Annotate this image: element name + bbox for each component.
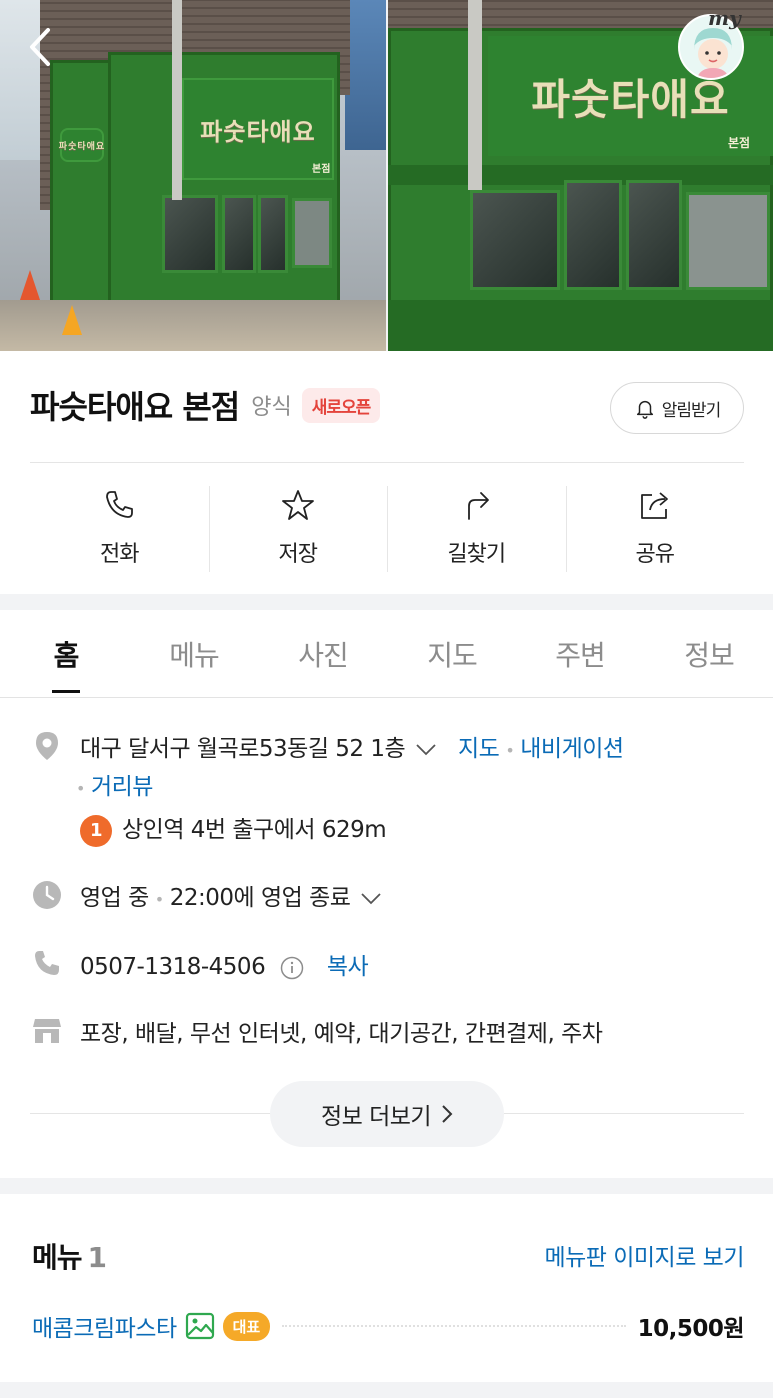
chevron-down-icon[interactable] [360,892,382,906]
menu-count: 1 [87,1241,108,1274]
phone-icon [32,948,62,978]
clock-icon [32,880,62,910]
action-bar: 전화 저장 길찾기 공유 [30,478,744,578]
info-icon[interactable] [280,956,304,980]
directions-label: 길찾기 [447,542,506,567]
more-info-button[interactable]: 정보 더보기 [270,1081,504,1147]
storefront-sign-left: 파숫타애요 [200,117,316,146]
store-icon [32,1016,62,1046]
representative-badge: 대표 [222,1311,271,1341]
subway-line-badge: 1 [80,814,112,847]
notify-label: 알림받기 [661,400,722,421]
place-name: 파슷타애요 본점 [30,388,240,426]
active-tab-indicator [52,690,80,693]
dotted-leader [282,1325,626,1327]
place-category: 양식 [251,395,292,420]
share-icon [640,492,668,519]
menu-card [0,1194,773,1382]
notify-button[interactable]: 알림받기 [610,382,744,434]
tab-map[interactable]: 지도 [410,610,494,698]
menu-item-name[interactable]: 매콤크림파스타 [32,1309,177,1343]
back-button[interactable] [22,24,62,70]
new-open-badge: 새로오픈 [301,387,381,423]
location-pin-icon [32,731,62,761]
subway-text: 상인역 4번 출구에서 629m [122,817,387,843]
share-label: 공유 [635,542,675,567]
call-label: 전화 [100,542,139,567]
chevron-right-icon [442,1105,453,1123]
map-link[interactable]: 지도 [458,736,500,762]
address-row: 대구 달서구 월곡로53동길 52 1층 지도 • 내비게이션 [80,736,624,762]
place-title: 파슷타애요 본점 양식 새로오픈 [30,382,381,428]
storefront-sign-sub-left: 본점 [312,164,331,175]
street-view-link[interactable]: 거리뷰 [91,774,153,800]
street-view-row: • 거리뷰 [76,774,153,800]
tab-info[interactable]: 정보 [667,610,751,698]
phone-icon [106,491,134,518]
hours-status: 영업 중 [80,885,149,911]
address-text: 대구 달서구 월곡로53동길 52 1층 [80,736,406,762]
hero-photos[interactable]: 파숫타애요 본점 파숫타애요 파숫타애요 본점 my [0,0,773,351]
storefront-sign-sub-right: 본점 [728,136,751,150]
save-button[interactable]: 저장 [208,478,388,578]
phone-row: 0507-1318-4506 복사 [80,947,369,981]
storefront-side-sign: 파숫타애요 [58,141,106,152]
directions-icon [468,492,490,520]
menu-title-text: 메뉴 [32,1241,83,1274]
more-info-label: 정보 더보기 [320,1104,432,1130]
hours-row[interactable]: 영업 중 • 22:00에 영업 종료 [80,878,382,912]
menu-image-link[interactable]: 메뉴판 이미지로 보기 [544,1238,744,1272]
copy-phone-link[interactable]: 복사 [327,954,369,980]
image-icon [185,1312,214,1340]
menu-section-title: 메뉴 1 [32,1236,108,1276]
menu-item-price: 10,500원 [637,1316,745,1342]
bell-icon [636,400,653,419]
tab-menu[interactable]: 메뉴 [152,610,236,698]
tab-home[interactable]: 홈 [30,610,102,698]
call-button[interactable]: 전화 [30,478,209,578]
star-icon [281,490,314,520]
save-label: 저장 [278,542,318,567]
tab-photos[interactable]: 사진 [281,610,365,698]
chevron-left-icon [30,28,50,66]
hours-text: 22:00에 영업 종료 [169,885,351,911]
menu-item[interactable]: 매콤크림파스타 대표 10,500원 [32,1306,745,1346]
navigation-link[interactable]: 내비게이션 [520,736,624,762]
directions-button[interactable]: 길찾기 [387,478,566,578]
tab-nearby[interactable]: 주변 [538,610,622,698]
phone-number[interactable]: 0507-1318-4506 [80,954,266,980]
amenities-text: 포장, 배달, 무선 인터넷, 예약, 대기공간, 간편결제, 주차 [80,1021,603,1047]
avatar-label: my [708,6,741,30]
chevron-down-icon[interactable] [415,743,437,757]
share-button[interactable]: 공유 [565,478,745,578]
tab-bar: 홈 메뉴 사진 지도 주변 정보 [0,610,773,698]
subway-row: 1 상인역 4번 출구에서 629m [80,810,387,847]
